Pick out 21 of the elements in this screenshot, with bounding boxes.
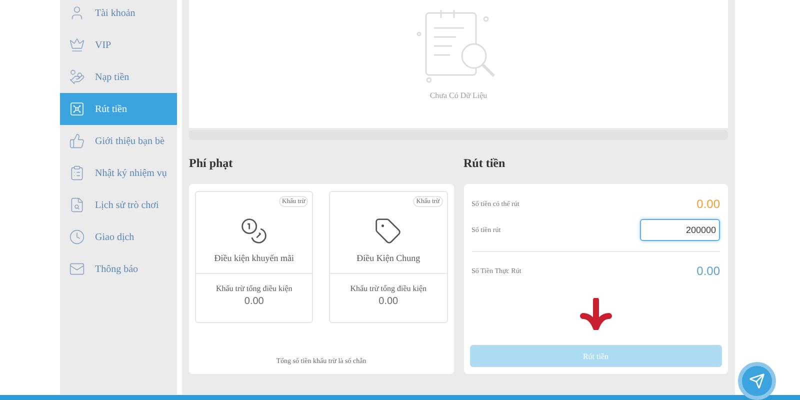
condition-value: 0.00 [378,296,400,307]
sidebar-item[interactable]: Tài khoản [60,0,177,29]
condition-label: Khấu trừ tổng điều kiện [214,284,294,293]
sidebar-item[interactable]: Giao dịch [60,221,177,253]
sidebar-item[interactable]: VIP [60,29,177,61]
sidebar-item[interactable]: Giới thiệu bạn bè [60,125,177,157]
sidebar-item[interactable]: Rút tiền [60,93,177,125]
amount-input[interactable]: 200000 [640,219,720,241]
condition-label: Khấu trừ tổng điều kiện [349,284,428,293]
sidebar-item[interactable]: Thông báo [60,253,177,285]
actual-value: 0.00 [696,264,720,278]
sidebar-item[interactable]: Nhật ký nhiệm vụ [60,157,177,189]
sidebar-item[interactable]: Nạp tiền [60,61,177,93]
available-value: 0.00 [696,197,720,211]
sidebar-item[interactable]: Lịch sử trò chơi [60,189,177,221]
condition-value: 0.00 [243,296,265,307]
condition-title: Điều Kiện Chung [356,253,420,263]
section-title: Rút tiền [464,156,506,172]
condition-title: Điều kiện khuyến mãi [214,253,294,263]
section-title: Phí phạt [189,156,234,172]
empty-state-text: Chưa Có Dữ Liệu [430,91,488,100]
